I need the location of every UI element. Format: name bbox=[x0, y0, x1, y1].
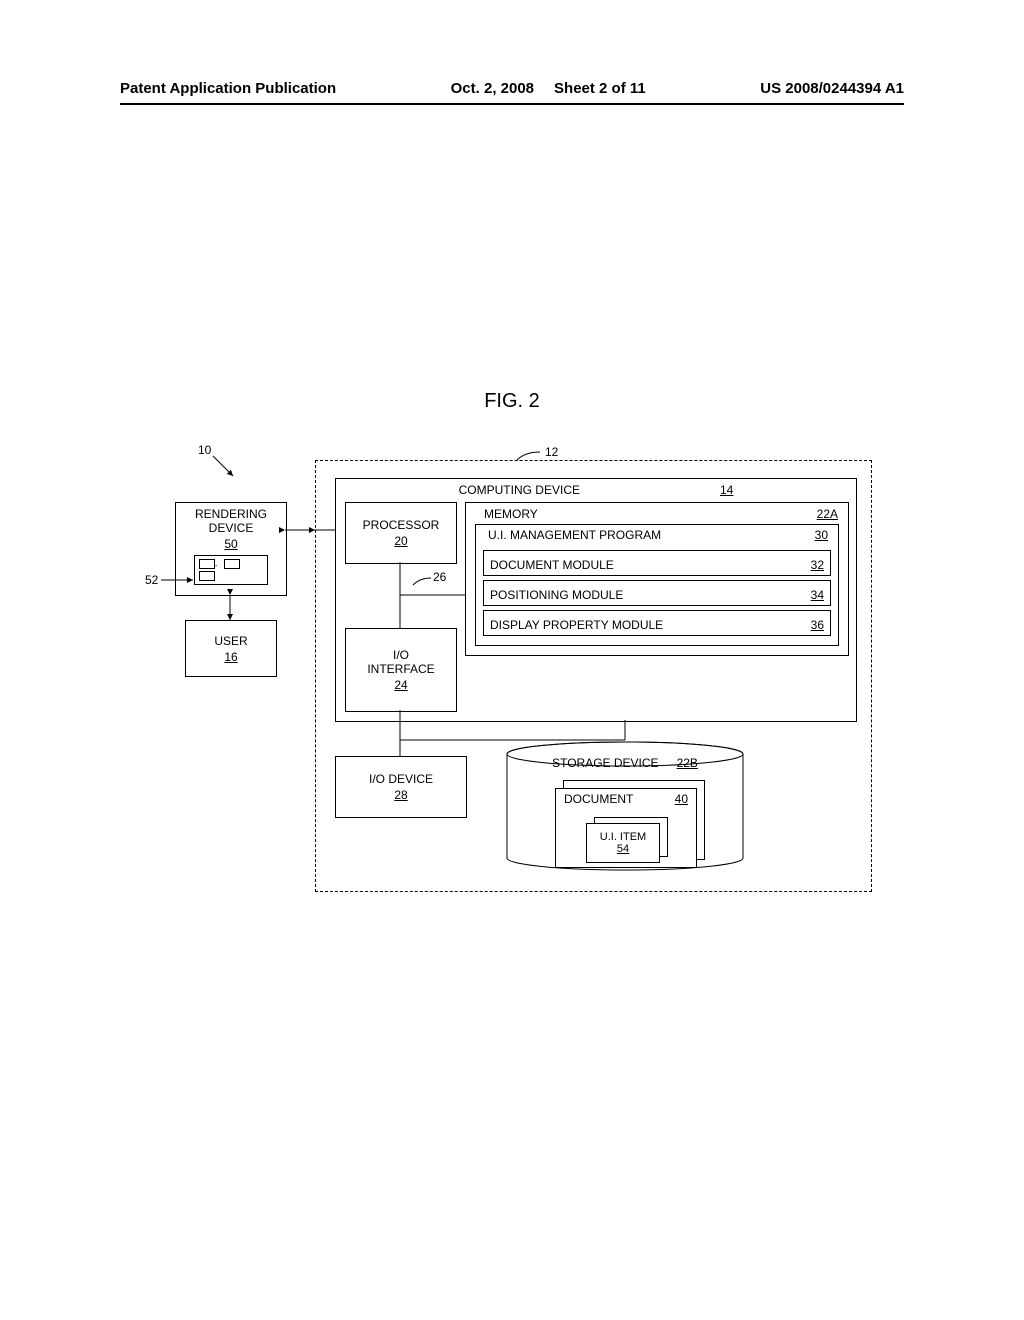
header-sheet: Sheet 2 of 11 bbox=[554, 80, 646, 97]
header-pubno: US 2008/0244394 A1 bbox=[760, 80, 904, 97]
header-left: Patent Application Publication bbox=[120, 80, 336, 97]
diagram: 10 12 COMPUTING DEVICE 14 PROCESSOR 20 M… bbox=[145, 440, 875, 900]
figure-caption: FIG. 2 bbox=[0, 390, 1024, 413]
diagram-lines bbox=[145, 440, 875, 900]
header-date: Oct. 2, 2008 bbox=[451, 80, 534, 97]
page-header: Patent Application Publication Oct. 2, 2… bbox=[120, 80, 904, 105]
